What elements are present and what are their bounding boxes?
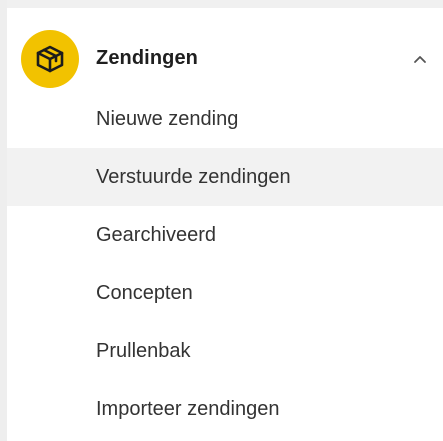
nav-item-label: Nieuwe zending — [96, 108, 239, 130]
left-border — [0, 0, 7, 441]
sidebar-nav: Zendingen Nieuwe zending Verstuurde zend… — [7, 8, 443, 441]
nav-item-label: Gearchiveerd — [96, 224, 217, 246]
nav-item-label: Concepten — [96, 282, 193, 304]
nav-item-concepten[interactable]: Concepten — [7, 264, 443, 322]
package-icon — [36, 45, 64, 73]
nav-item-importeer-zendingen[interactable]: Importeer zendingen — [7, 380, 443, 438]
package-icon-badge — [21, 30, 79, 88]
chevron-up-icon[interactable] — [412, 53, 428, 65]
nav-item-gearchiveerd[interactable]: Gearchiveerd — [7, 206, 443, 264]
nav-item-prullenbak[interactable]: Prullenbak — [7, 322, 443, 380]
nav-item-verstuurde-zendingen[interactable]: Verstuurde zendingen — [7, 148, 443, 206]
nav-group-zendingen[interactable]: Zendingen — [7, 21, 443, 97]
top-border — [0, 0, 443, 8]
nav-item-label: Importeer zendingen — [96, 398, 280, 420]
nav-item-label: Prullenbak — [96, 340, 191, 362]
nav-item-nieuwe-zending[interactable]: Nieuwe zending — [7, 90, 443, 148]
nav-group-title: Zendingen — [96, 47, 199, 69]
nav-item-label: Verstuurde zendingen — [96, 166, 291, 188]
